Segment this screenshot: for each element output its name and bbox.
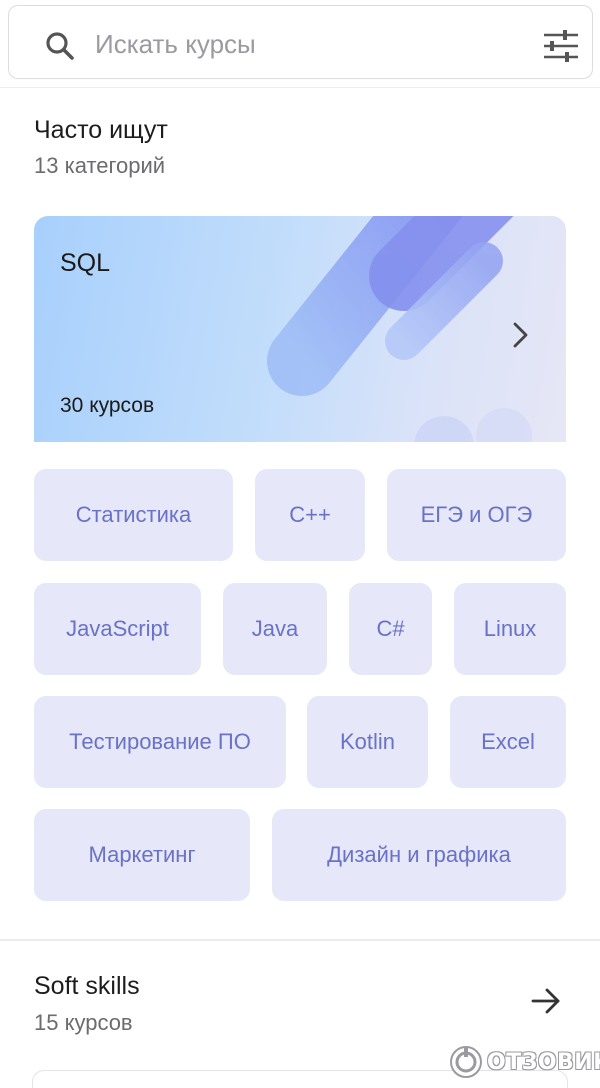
soft-skills-subtitle: 15 курсов bbox=[34, 1010, 133, 1035]
category-chip-statistics[interactable]: Статистика bbox=[34, 469, 233, 561]
category-chip-exams[interactable]: ЕГЭ и ОГЭ bbox=[387, 469, 566, 561]
category-chip-kotlin[interactable]: Kotlin bbox=[307, 696, 428, 788]
featured-category-card[interactable]: SQL 30 курсов bbox=[34, 216, 566, 442]
watermark-logo-icon bbox=[450, 1046, 482, 1078]
featured-category-title: SQL bbox=[60, 249, 111, 277]
soft-skills-title: Soft skills bbox=[34, 972, 140, 1000]
category-chip-linux[interactable]: Linux bbox=[454, 583, 566, 675]
watermark: ОТЗОВИК bbox=[449, 1042, 600, 1082]
category-chip-marketing[interactable]: Маркетинг bbox=[34, 809, 250, 901]
category-chip-javascript[interactable]: JavaScript bbox=[34, 583, 201, 675]
popular-subtitle: 13 категорий bbox=[34, 153, 166, 178]
category-chip-java[interactable]: Java bbox=[223, 583, 327, 675]
category-chip-testing[interactable]: Тестирование ПО bbox=[34, 696, 286, 788]
category-chip-design[interactable]: Дизайн и графика bbox=[272, 809, 566, 901]
search-bar[interactable] bbox=[8, 5, 593, 79]
arrow-right-icon[interactable] bbox=[530, 986, 562, 1016]
search-input[interactable] bbox=[95, 24, 515, 64]
featured-category-count: 30 курсов bbox=[60, 394, 155, 417]
category-chip-csharp[interactable]: C# bbox=[349, 583, 432, 675]
search-icon bbox=[46, 32, 74, 60]
sliders-icon[interactable] bbox=[542, 29, 580, 63]
watermark-text: ОТЗОВИК bbox=[487, 1049, 600, 1075]
category-chip-cpp[interactable]: C++ bbox=[255, 469, 365, 561]
chevron-right-icon bbox=[513, 322, 528, 348]
section-divider bbox=[0, 939, 600, 941]
category-chip-excel[interactable]: Excel bbox=[450, 696, 566, 788]
popular-title: Часто ищут bbox=[34, 116, 168, 144]
search-header bbox=[0, 0, 600, 88]
